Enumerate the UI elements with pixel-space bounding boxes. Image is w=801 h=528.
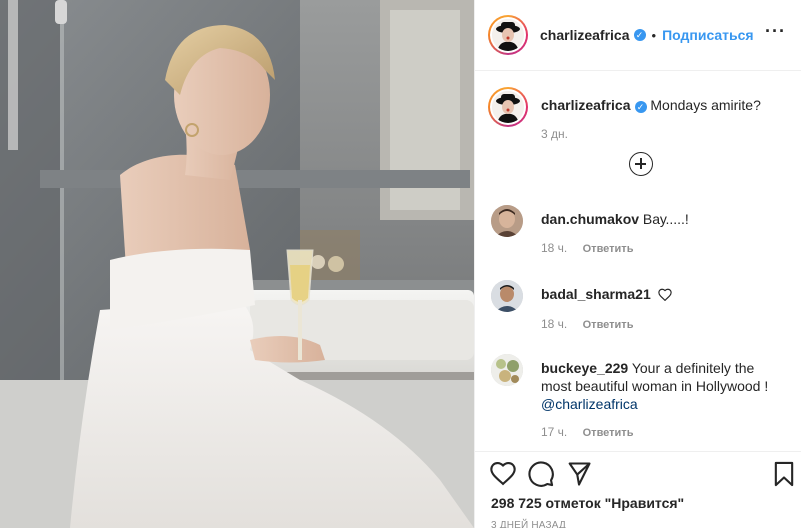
- separator-dot: •: [651, 27, 657, 43]
- load-more-comments-icon[interactable]: [629, 152, 653, 176]
- share-icon[interactable]: [565, 460, 593, 488]
- bookmark-icon[interactable]: [770, 460, 798, 488]
- comment-text-block: badal_sharma21: [541, 285, 781, 305]
- caption-username[interactable]: charlizeafrica: [541, 97, 631, 113]
- comment-time[interactable]: 18 ч.: [541, 317, 567, 331]
- avatar-icon: [491, 354, 523, 386]
- comment-text-block: dan.chumakov Вау.....!: [541, 210, 781, 228]
- comment-text: Вау.....!: [642, 211, 689, 227]
- comment-username[interactable]: dan.chumakov: [541, 211, 639, 227]
- comment-meta: 18 ч. Ответить: [541, 317, 633, 331]
- post-header: charlizeafrica ✓ • Подписаться ···: [475, 0, 801, 71]
- comment-time[interactable]: 17 ч.: [541, 425, 567, 439]
- author-username[interactable]: charlizeafrica: [540, 27, 630, 43]
- comment-username[interactable]: badal_sharma21: [541, 286, 651, 302]
- avatar-icon: [492, 91, 524, 123]
- avatar-icon: [491, 280, 523, 312]
- comment-time[interactable]: 18 ч.: [541, 241, 567, 255]
- heart-icon[interactable]: [489, 460, 517, 488]
- caption-time[interactable]: 3 дн.: [541, 127, 568, 141]
- commenter-avatar[interactable]: [491, 354, 523, 386]
- verified-badge-icon: ✓: [634, 101, 647, 113]
- post-age[interactable]: 3 ДНЕЙ НАЗАД: [491, 520, 566, 528]
- comment-mention-link[interactable]: @charlizeafrica: [541, 396, 638, 412]
- avatar-icon: [492, 19, 524, 51]
- caption-avatar[interactable]: [488, 87, 528, 127]
- post-image: [0, 0, 474, 528]
- comment-icon[interactable]: [527, 460, 555, 488]
- post-actions: 298 725 отметок "Нравится" 3 ДНЕЙ НАЗАД: [475, 451, 801, 528]
- comments-list[interactable]: charlizeafrica ✓ Mondays amirite? 3 дн. d…: [475, 71, 801, 451]
- reply-button[interactable]: Ответить: [583, 319, 634, 331]
- commenter-avatar[interactable]: [491, 205, 523, 237]
- comment-text-block: buckeye_229 Your a definitely the most b…: [541, 359, 781, 413]
- likes-count[interactable]: 298 725 отметок "Нравится": [491, 495, 684, 511]
- author-avatar[interactable]: [488, 15, 528, 55]
- reply-button[interactable]: Ответить: [583, 427, 634, 439]
- caption-text: Mondays amirite?: [650, 97, 761, 113]
- post-sidebar: charlizeafrica ✓ • Подписаться ··· charl…: [474, 0, 801, 528]
- comment-username[interactable]: buckeye_229: [541, 360, 628, 376]
- avatar-icon: [491, 205, 523, 237]
- caption-text-block: charlizeafrica ✓ Mondays amirite?: [541, 96, 791, 114]
- comment-meta: 17 ч. Ответить: [541, 425, 633, 439]
- more-options-icon[interactable]: ···: [765, 22, 786, 40]
- verified-badge-icon: ✓: [633, 29, 646, 41]
- follow-button[interactable]: Подписаться: [662, 27, 754, 43]
- post-photo[interactable]: [0, 0, 474, 528]
- heart-icon: [657, 287, 672, 305]
- reply-button[interactable]: Ответить: [583, 243, 634, 255]
- commenter-avatar[interactable]: [491, 280, 523, 312]
- comment-meta: 18 ч. Ответить: [541, 241, 633, 255]
